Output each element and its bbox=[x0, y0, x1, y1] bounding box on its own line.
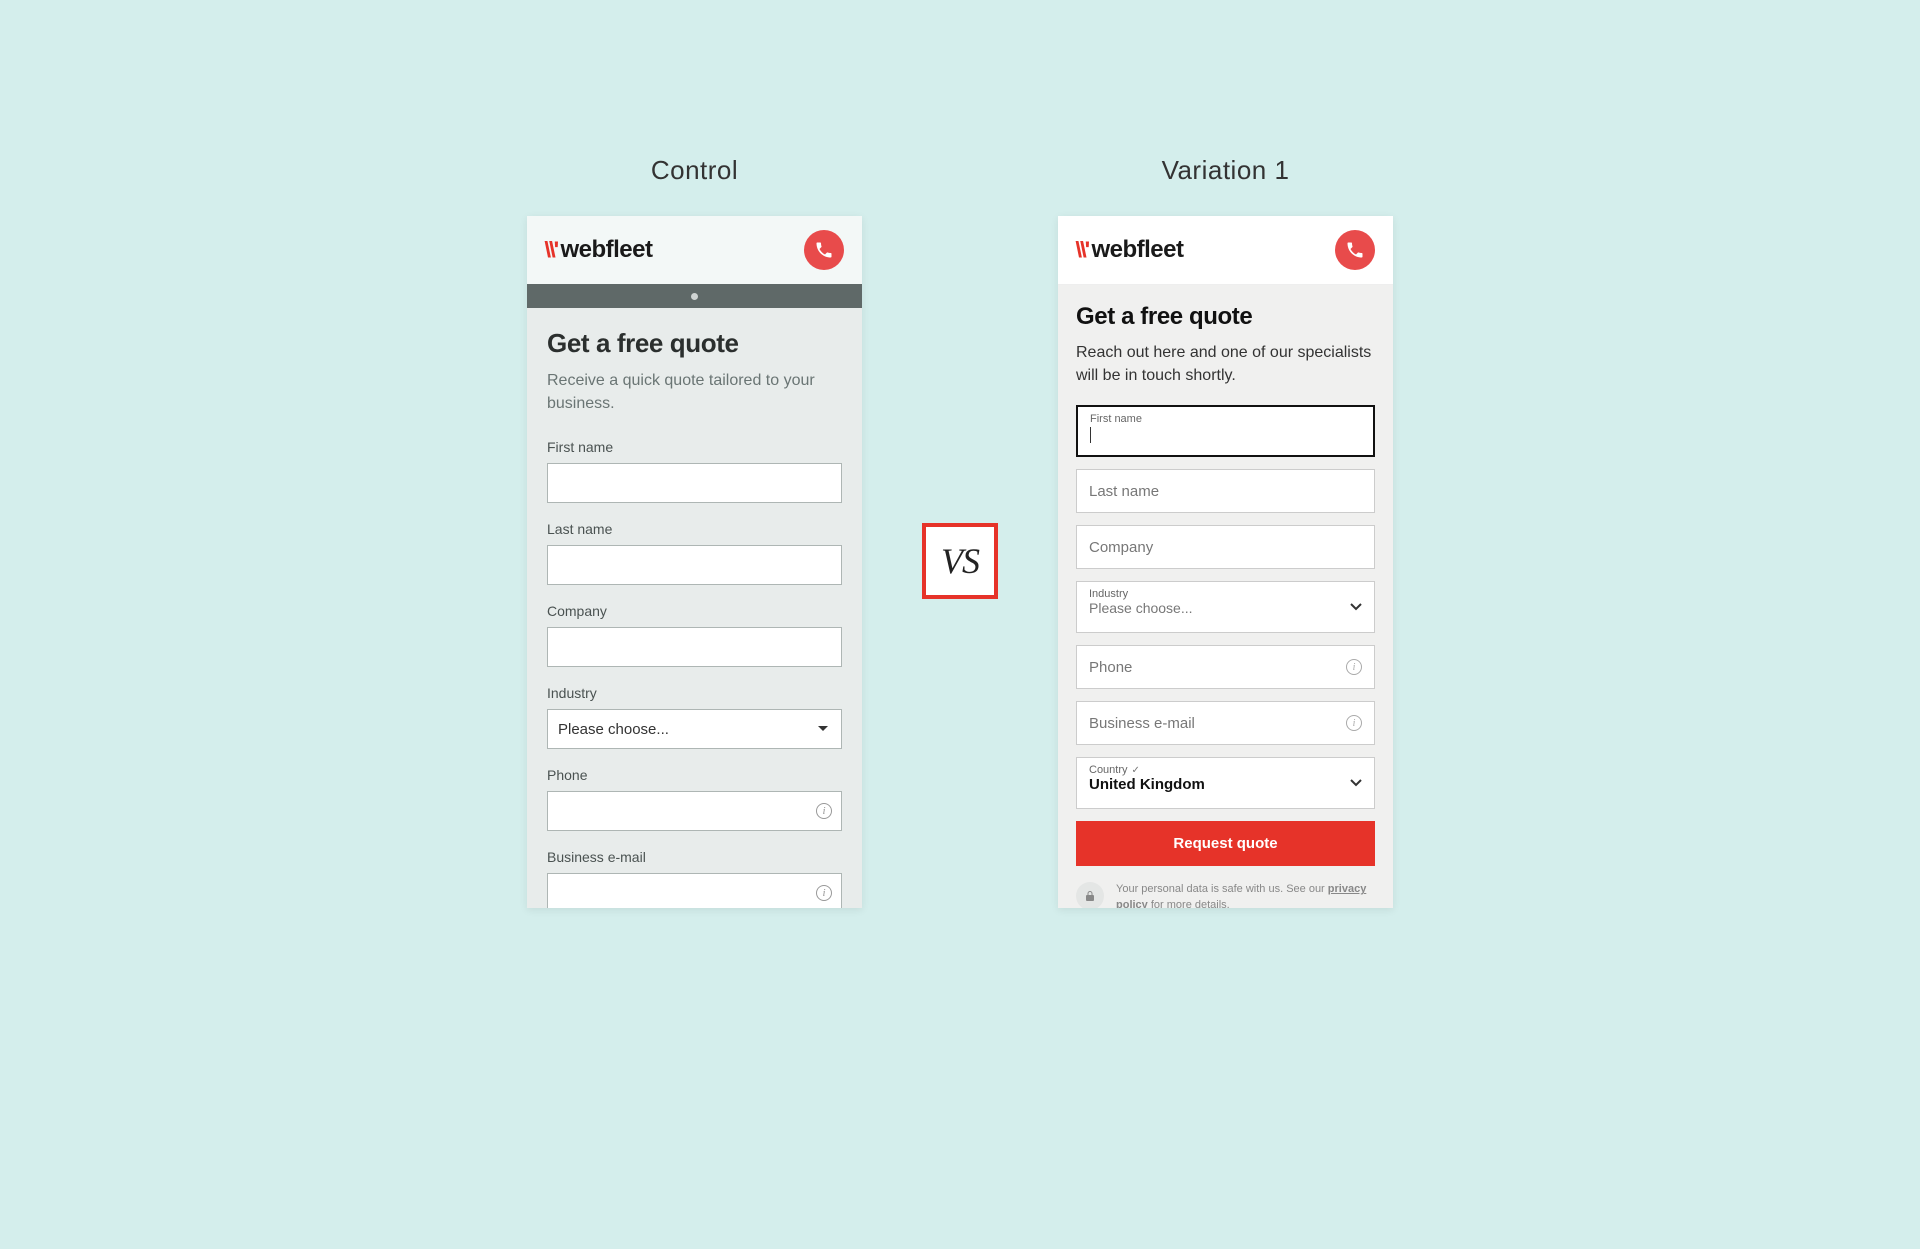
last-name-field: Last name bbox=[547, 521, 842, 585]
header-bar: \\' webfleet bbox=[527, 216, 862, 284]
form-content: Get a free quote Reach out here and one … bbox=[1058, 285, 1393, 908]
vs-badge: VS bbox=[922, 523, 998, 599]
industry-label: Industry bbox=[1089, 588, 1128, 600]
email-input[interactable] bbox=[547, 873, 842, 908]
control-screenshot: \\' webfleet Get a free quote Receive a … bbox=[527, 216, 862, 908]
phone-field[interactable]: Phone i bbox=[1076, 645, 1375, 689]
info-icon[interactable]: i bbox=[1346, 659, 1362, 675]
chevron-down-icon bbox=[1350, 774, 1362, 792]
phone-icon bbox=[814, 240, 834, 260]
vs-separator: VS bbox=[922, 215, 998, 907]
email-field[interactable]: Business e-mail i bbox=[1076, 701, 1375, 745]
first-name-label: First name bbox=[547, 439, 842, 455]
first-name-label: First name bbox=[1090, 413, 1142, 425]
industry-select[interactable]: Please choose... bbox=[547, 709, 842, 749]
company-placeholder: Company bbox=[1089, 539, 1153, 556]
brand-logo[interactable]: \\' webfleet bbox=[1076, 236, 1184, 264]
page-subtitle: Reach out here and one of our specialist… bbox=[1076, 341, 1375, 387]
email-label: Business e-mail bbox=[547, 849, 842, 865]
progress-bar bbox=[527, 284, 862, 308]
control-column: Control \\' webfleet Get a free quote Re… bbox=[527, 155, 862, 908]
first-name-field: First name bbox=[547, 439, 842, 503]
privacy-notice: Your personal data is safe with us. See … bbox=[1076, 882, 1375, 908]
page-subtitle: Receive a quick quote tailored to your b… bbox=[547, 369, 842, 415]
control-label: Control bbox=[651, 155, 738, 186]
logo-text: webfleet bbox=[1091, 236, 1183, 264]
brand-logo[interactable]: \\' webfleet bbox=[545, 236, 653, 264]
page-title: Get a free quote bbox=[547, 328, 842, 359]
variation-label: Variation 1 bbox=[1162, 155, 1290, 186]
industry-value: Please choose... bbox=[1089, 600, 1193, 616]
industry-label: Industry bbox=[547, 685, 842, 701]
last-name-input[interactable] bbox=[547, 545, 842, 585]
industry-select[interactable]: Industry Please choose... bbox=[1076, 581, 1375, 633]
chevron-down-icon bbox=[1350, 598, 1362, 616]
phone-call-button[interactable] bbox=[1335, 230, 1375, 270]
text-cursor-icon bbox=[1090, 427, 1091, 443]
company-field: Company bbox=[547, 603, 842, 667]
company-label: Company bbox=[547, 603, 842, 619]
privacy-text: Your personal data is safe with us. See … bbox=[1116, 882, 1375, 908]
variation-column: Variation 1 \\' webfleet Get a free quot… bbox=[1058, 155, 1393, 908]
phone-field: Phone i bbox=[547, 767, 842, 831]
first-name-field[interactable]: First name bbox=[1076, 405, 1375, 457]
phone-placeholder: Phone bbox=[1089, 659, 1132, 676]
last-name-field[interactable]: Last name bbox=[1076, 469, 1375, 513]
info-icon[interactable]: i bbox=[816, 885, 832, 901]
country-label: Country✓ bbox=[1089, 764, 1140, 776]
company-input[interactable] bbox=[547, 627, 842, 667]
ab-test-layout: Control \\' webfleet Get a free quote Re… bbox=[527, 155, 1393, 908]
country-value: United Kingdom bbox=[1089, 776, 1205, 793]
lock-icon bbox=[1084, 889, 1096, 903]
form-content: Get a free quote Receive a quick quote t… bbox=[527, 308, 862, 908]
page-title: Get a free quote bbox=[1076, 303, 1375, 331]
email-placeholder: Business e-mail bbox=[1089, 715, 1195, 732]
logo-text: webfleet bbox=[560, 236, 652, 264]
phone-input[interactable] bbox=[547, 791, 842, 831]
phone-icon bbox=[1345, 240, 1365, 260]
header-bar: \\' webfleet bbox=[1058, 216, 1393, 285]
checkmark-icon: ✓ bbox=[1132, 765, 1140, 776]
company-field[interactable]: Company bbox=[1076, 525, 1375, 569]
info-icon[interactable]: i bbox=[1346, 715, 1362, 731]
phone-label: Phone bbox=[547, 767, 842, 783]
info-icon[interactable]: i bbox=[816, 803, 832, 819]
last-name-label: Last name bbox=[547, 521, 842, 537]
phone-call-button[interactable] bbox=[804, 230, 844, 270]
variation-screenshot: \\' webfleet Get a free quote Reach out … bbox=[1058, 216, 1393, 908]
first-name-input[interactable] bbox=[547, 463, 842, 503]
lock-badge bbox=[1076, 882, 1104, 908]
logo-mark-icon: \\' bbox=[544, 237, 557, 263]
request-quote-button[interactable]: Request quote bbox=[1076, 821, 1375, 866]
email-field: Business e-mail i bbox=[547, 849, 842, 908]
logo-mark-icon: \\' bbox=[1075, 237, 1088, 263]
country-select[interactable]: Country✓ United Kingdom bbox=[1076, 757, 1375, 809]
industry-field: Industry Please choose... bbox=[547, 685, 842, 749]
last-name-placeholder: Last name bbox=[1089, 483, 1159, 500]
